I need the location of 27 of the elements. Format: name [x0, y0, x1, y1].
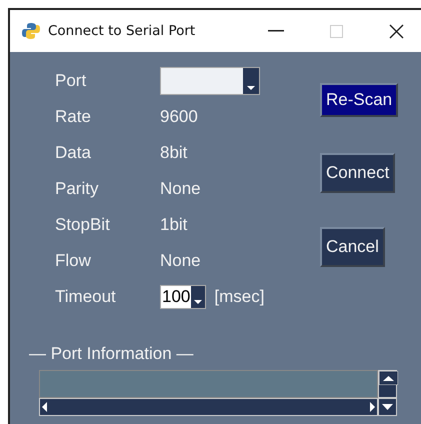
unit-label: [msec] [214, 287, 264, 307]
field-value: 8bit [160, 143, 188, 163]
window-title: Connect to Serial Port [48, 23, 196, 39]
field-label: Timeout [55, 287, 117, 307]
section-heading: — Port Information — [29, 344, 194, 364]
field-label: Parity [55, 179, 100, 199]
field-value: None [160, 251, 201, 271]
close-icon[interactable] [389, 24, 404, 38]
field-label: StopBit [55, 215, 111, 235]
snake-logo-icon [22, 22, 40, 40]
timeout-dropdown[interactable]: 100 [160, 285, 206, 309]
field-value: 9600 [160, 107, 198, 127]
dialog-button[interactable]: Connect [320, 153, 396, 193]
vertical-scrollbar[interactable] [378, 370, 397, 398]
minimize-icon[interactable] [268, 30, 284, 32]
dialog-button[interactable]: Re-Scan [320, 83, 398, 117]
field-label: Port [55, 71, 88, 91]
field-label: Data [55, 143, 92, 163]
field-value: 1bit [160, 215, 188, 235]
horizontal-scrollbar[interactable] [39, 398, 378, 416]
field-value: None [160, 179, 201, 199]
right-arrow-icon[interactable] [367, 399, 377, 415]
port-dropdown[interactable] [160, 67, 260, 95]
field-label: Flow [55, 251, 92, 271]
field-label: Rate [55, 107, 92, 127]
up-arrow-icon[interactable] [379, 371, 398, 385]
dialog-button[interactable]: Cancel [320, 227, 385, 267]
